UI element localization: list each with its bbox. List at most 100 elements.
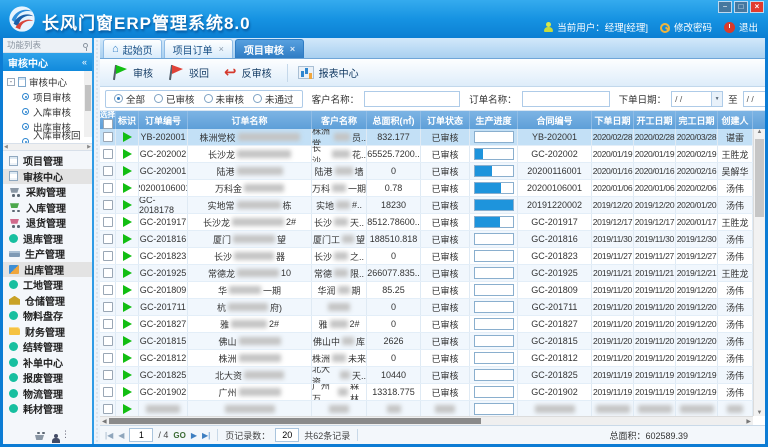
prev-page-button[interactable]: ◀ xyxy=(118,431,124,440)
table-row[interactable]: GC-201815佛山佛山中库2626已审核GC-2018152019/11/2… xyxy=(100,333,753,350)
row-checkbox[interactable] xyxy=(103,149,113,159)
scroll-down-icon[interactable]: ▼ xyxy=(757,410,763,416)
row-checkbox[interactable] xyxy=(103,319,113,329)
scroll-left-icon[interactable]: ◀ xyxy=(102,418,107,425)
status-radio-未审核[interactable]: 未审核 xyxy=(204,92,245,106)
col-area[interactable]: 总面积(㎡) xyxy=(367,111,421,129)
horizontal-scroll-thumb[interactable] xyxy=(109,418,481,424)
vertical-scrollbar[interactable]: ▲ ▼ xyxy=(753,129,765,416)
toolbar-button-反审核[interactable]: ↩反审核 xyxy=(220,62,281,83)
page-size-input[interactable] xyxy=(275,428,299,442)
horizontal-scrollbar[interactable]: ◀ ▶ xyxy=(100,416,753,425)
tab-项目审核[interactable]: 项目审核 × xyxy=(235,39,304,58)
table-row[interactable]: GC-201816厦门望厦门工望188510.818已审核GC-20181620… xyxy=(100,231,753,248)
row-checkbox[interactable] xyxy=(103,404,113,414)
toolbar-button-报表中心[interactable]: 报表中心 xyxy=(294,62,368,83)
row-checkbox[interactable] xyxy=(103,302,113,312)
row-checkbox[interactable] xyxy=(103,166,113,176)
sidebar-item-退货管理[interactable]: 退货管理 xyxy=(3,215,92,231)
table-row[interactable]: GC-201711杭府)0已审核GC-2017112019/11/202019/… xyxy=(100,299,753,316)
table-row[interactable]: GC-2018178实地常栋实地#..18230已审核2019122000220… xyxy=(100,197,753,214)
col-contract[interactable]: 合同编号 xyxy=(518,111,592,129)
col-flag[interactable]: 标识 xyxy=(116,111,139,129)
row-checkbox[interactable] xyxy=(103,200,113,210)
order-date-to-input[interactable]: / / ▼ xyxy=(743,91,765,107)
row-checkbox[interactable] xyxy=(103,251,113,261)
sidebar-item-采购管理[interactable]: 采购管理 xyxy=(3,184,92,200)
sidebar-item-补单中心[interactable]: 补单中心 xyxy=(3,355,92,371)
maximize-button[interactable]: □ xyxy=(734,1,748,13)
sidebar-item-物料盘存[interactable]: 物料盘存 xyxy=(3,308,92,324)
sidebar-item-耗材管理[interactable]: 耗材管理 xyxy=(3,401,92,417)
scroll-left-icon[interactable]: ◀ xyxy=(4,144,8,150)
close-button[interactable]: × xyxy=(750,1,764,13)
tree-item[interactable]: 入库审核 xyxy=(7,104,82,119)
row-checkbox[interactable] xyxy=(103,336,113,346)
row-checkbox[interactable] xyxy=(103,268,113,278)
sidebar-item-审核中心[interactable]: 审核中心 xyxy=(3,169,92,185)
status-radio-未通过[interactable]: 未通过 xyxy=(253,92,294,106)
col-cust_name[interactable]: 客户名称 xyxy=(312,111,367,129)
sidebar-item-仓储管理[interactable]: 仓储管理 xyxy=(3,293,92,309)
sidebar-item-财务管理[interactable]: 财务管理 xyxy=(3,324,92,340)
sidebar-item-物流管理[interactable]: 物流管理 xyxy=(3,386,92,402)
sidebar-item-生产管理[interactable]: 生产管理 xyxy=(3,246,92,262)
page-number-input[interactable] xyxy=(129,428,153,442)
table-row[interactable]: YB-202001株洲党校株洲党员..832.177已审核YB-20200120… xyxy=(100,129,753,146)
tree-vertical-scrollbar[interactable] xyxy=(84,71,92,137)
col-finish_date[interactable]: 完工日期 xyxy=(676,111,718,129)
tree-item[interactable]: 入库审核回退 xyxy=(7,134,82,144)
row-checkbox[interactable] xyxy=(103,132,113,142)
tree-root-item[interactable]: - 审核中心 xyxy=(7,74,82,89)
logout-button[interactable]: 退出 xyxy=(724,20,758,34)
toolbar-button-驳回[interactable]: 驳回 xyxy=(164,62,218,83)
table-row[interactable]: GC-201812株洲株洲未来0已审核GC-2018122019/11/2020… xyxy=(100,350,753,367)
sidebar-item-项目管理[interactable]: 项目管理 xyxy=(3,153,92,169)
row-checkbox[interactable] xyxy=(103,387,113,397)
row-checkbox[interactable] xyxy=(103,217,113,227)
row-checkbox[interactable] xyxy=(103,183,113,193)
col-creator[interactable]: 创建人 xyxy=(718,111,753,129)
tree-item[interactable]: 项目审核 xyxy=(7,89,82,104)
col-status[interactable]: 订单状态 xyxy=(421,111,470,129)
sidebar-item-报废管理[interactable]: 报废管理 xyxy=(3,370,92,386)
tree-scroll-thumb[interactable] xyxy=(85,85,91,111)
sidebar-item-结转管理[interactable]: 结转管理 xyxy=(3,339,92,355)
table-row[interactable]: GC-201827雅2#雅2#0已审核GC-2018272019/11/2020… xyxy=(100,316,753,333)
sidebar-quick-button[interactable]: ⋮ xyxy=(61,429,70,440)
order-name-input[interactable] xyxy=(522,91,610,107)
sidebar-item-入库管理[interactable]: 入库管理 xyxy=(3,200,92,216)
next-page-button[interactable]: ▶ xyxy=(191,431,197,440)
toolbar-button-审核[interactable]: 审核 xyxy=(108,62,162,83)
row-checkbox[interactable] xyxy=(103,285,113,295)
table-row[interactable] xyxy=(100,401,753,416)
go-button[interactable]: GO xyxy=(173,431,185,440)
close-icon[interactable]: × xyxy=(290,44,295,54)
status-radio-全部[interactable]: 全部 xyxy=(114,92,145,106)
table-row[interactable]: GC-201823长沙器长沙之..0已审核GC-2018232019/11/27… xyxy=(100,248,753,265)
pin-icon[interactable] xyxy=(83,43,88,48)
col-order_no[interactable]: 订单编号 xyxy=(139,111,188,129)
calendar-dropdown-icon[interactable]: ▼ xyxy=(711,92,722,106)
tab-起始页[interactable]: ⌂ 起始页 xyxy=(103,39,162,58)
col-order_name[interactable]: 订单名称 xyxy=(188,111,312,129)
table-row[interactable]: GC-201809华一期华润期85.25已审核GC-2018092019/11/… xyxy=(100,282,753,299)
first-page-button[interactable]: |◀ xyxy=(105,431,113,440)
scroll-right-icon[interactable]: ▶ xyxy=(746,418,751,425)
scroll-up-icon[interactable]: ▲ xyxy=(757,129,763,135)
status-radio-已审核[interactable]: 已审核 xyxy=(154,92,195,106)
close-icon[interactable]: × xyxy=(219,44,224,54)
table-row[interactable]: GC-202002长沙龙长沙花..65525.7200..已审核GC-20200… xyxy=(100,146,753,163)
table-row[interactable]: 20200106001万科金万科一期0.78已审核202001060012020… xyxy=(100,180,753,197)
table-row[interactable]: GC-201825北大资北大资天..10440已审核GC-2018252019/… xyxy=(100,367,753,384)
row-checkbox[interactable] xyxy=(103,234,113,244)
tree-horizontal-scrollbar[interactable]: ◀ ▶ xyxy=(3,144,92,151)
order-date-from-input[interactable]: / / ▼ xyxy=(671,91,723,107)
sidebar-item-出库管理[interactable]: 出库管理 xyxy=(3,262,92,278)
col-order_date[interactable]: 下单日期 xyxy=(592,111,634,129)
table-row[interactable]: GC-201902广州广州万森林13318.775已审核GC-201902201… xyxy=(100,384,753,401)
scroll-right-icon[interactable]: ▶ xyxy=(87,144,91,150)
tab-项目订单[interactable]: 项目订单 × xyxy=(164,39,233,58)
select-all-checkbox[interactable] xyxy=(103,119,113,129)
table-row[interactable]: GC-201925常德龙10常德限..266077.835..已审核GC-201… xyxy=(100,265,753,282)
